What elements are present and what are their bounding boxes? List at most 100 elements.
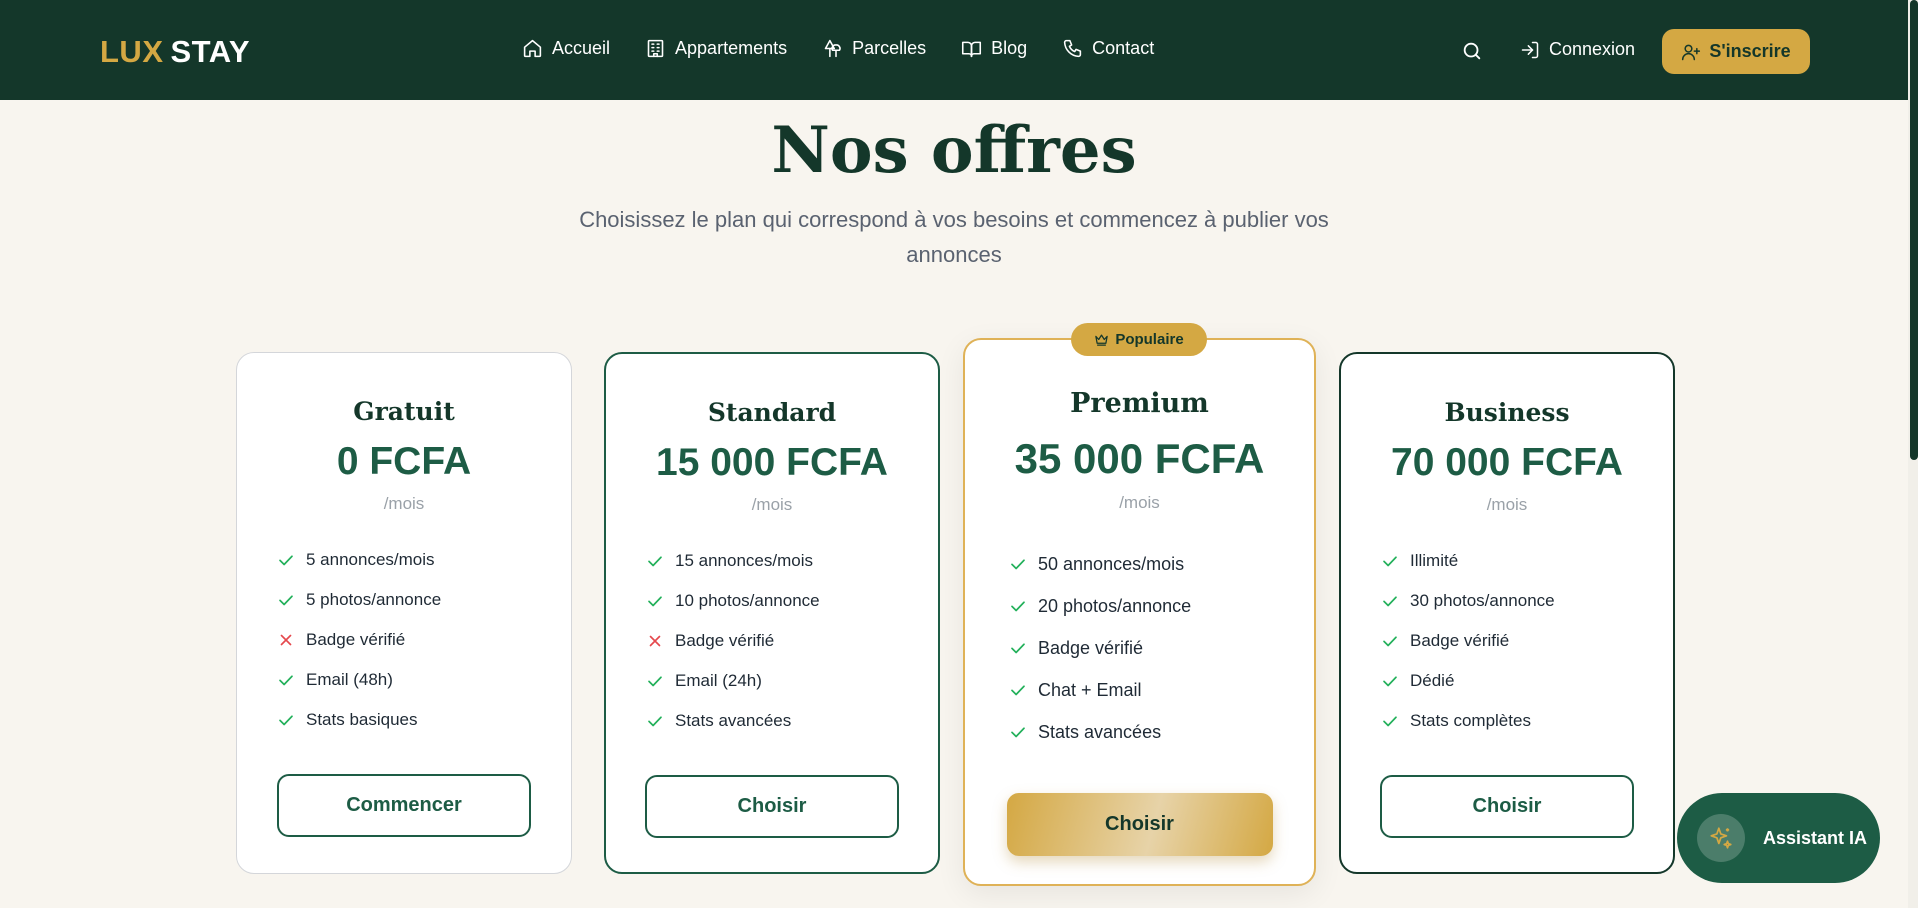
popular-badge: Populaire [1071, 323, 1207, 356]
feature-text: 5 photos/annonce [306, 590, 442, 609]
search-button[interactable] [1461, 40, 1485, 64]
check-icon [648, 556, 662, 567]
check-icon [648, 676, 662, 687]
feature-item: Badge vérifié [1381, 621, 1555, 661]
plan-period: /mois [1486, 495, 1528, 514]
scrollbar-thumb[interactable] [1910, 0, 1918, 460]
check-icon [1383, 556, 1397, 567]
check-icon [1011, 559, 1025, 570]
feature-item: 30 photos/annonce [1381, 581, 1555, 621]
feature-list: Illimité 30 photos/annonce Badge vérifié… [1381, 541, 1555, 741]
feature-item: Chat + Email [1009, 669, 1191, 711]
popular-badge-label: Populaire [1115, 331, 1184, 348]
feature-list: 50 annonces/mois 20 photos/annonce Badge… [1009, 543, 1191, 753]
feature-item: Stats avancées [1009, 711, 1191, 753]
plan-name: Business [1444, 398, 1570, 427]
feature-text: Stats complètes [1410, 711, 1531, 730]
plan-period: /mois [1119, 493, 1160, 512]
feature-text: Email (24h) [675, 671, 762, 690]
check-icon [1011, 643, 1025, 654]
book-icon [962, 41, 982, 58]
nav-item-accueil[interactable]: Accueil [522, 38, 610, 59]
feature-text: Badge vérifié [1038, 637, 1144, 658]
crown-icon [1095, 334, 1109, 346]
feature-item: Email (24h) [646, 661, 820, 701]
choisir-button-standard[interactable]: Choisir [645, 775, 899, 838]
feature-text: Badge vérifié [306, 630, 406, 649]
login-label: Connexion [1549, 39, 1636, 59]
feature-item: Badge vérifié [1009, 627, 1191, 669]
plan-name: Standard [707, 398, 837, 427]
trees-icon [824, 39, 841, 58]
check-icon [279, 715, 293, 726]
assistant-ia-button[interactable]: Assistant IA [1677, 793, 1880, 883]
plan-price: 35 000 FCFA [1014, 435, 1265, 482]
feature-item: 10 photos/annonce [646, 581, 820, 621]
commencer-button[interactable]: Commencer [277, 774, 531, 837]
check-icon [1383, 716, 1397, 727]
feature-text: 15 annonces/mois [675, 551, 813, 570]
check-icon [1383, 636, 1397, 647]
feature-text: 5 annonces/mois [306, 550, 435, 569]
feature-text: 20 photos/annonce [1038, 595, 1192, 616]
nav-item-appartements[interactable]: Appartements [645, 38, 787, 59]
feature-text: Badge vérifié [675, 631, 775, 650]
check-icon [648, 716, 662, 727]
choisir-button-business[interactable]: Choisir [1380, 775, 1634, 838]
plan-card-premium: Premium 35 000 FCFA /mois 50 annonces/mo… [963, 338, 1316, 886]
feature-item: Dédié [1381, 661, 1555, 701]
top-navbar: LUX STAY Accueil Appartements Parcelles … [0, 0, 1908, 100]
cross-icon [280, 634, 292, 646]
nav-item-contact[interactable]: Contact [1062, 38, 1154, 59]
search-icon [1463, 42, 1481, 60]
plan-card-business: Business 70 000 FCFA /mois Illimité 30 p… [1339, 352, 1675, 874]
check-icon [1383, 596, 1397, 607]
feature-text: Dédié [1410, 671, 1455, 690]
feature-item: Stats complètes [1381, 701, 1555, 741]
check-icon [648, 596, 662, 607]
user-plus-icon [1682, 44, 1701, 60]
main-nav: Accueil Appartements Parcelles Blog Cont… [522, 38, 1154, 59]
nav-item-label: Parcelles [852, 38, 927, 58]
feature-item: Email (48h) [277, 660, 441, 700]
feature-item: 50 annonces/mois [1009, 543, 1191, 585]
nav-item-label: Blog [991, 38, 1028, 58]
logo-part-lux: LUX [100, 34, 164, 69]
signup-button[interactable]: S'inscrire [1662, 29, 1810, 74]
check-icon [1011, 727, 1025, 738]
assistant-label: Assistant IA [1763, 827, 1868, 848]
plan-price: 70 000 FCFA [1391, 441, 1623, 484]
check-icon [1011, 601, 1025, 612]
feature-list: 5 annonces/mois 5 photos/annonce Badge v… [277, 540, 441, 740]
feature-item: 5 photos/annonce [277, 580, 441, 620]
login-button[interactable]: Connexion [1520, 39, 1635, 60]
feature-text: Stats basiques [306, 710, 418, 729]
plan-card-standard: Standard 15 000 FCFA /mois 15 annonces/m… [604, 352, 940, 874]
choisir-button-premium[interactable]: Choisir [1006, 793, 1273, 856]
building-icon [647, 39, 664, 58]
home-icon [523, 39, 542, 58]
plan-card-gratuit: Gratuit 0 FCFA /mois 5 annonces/mois 5 p… [236, 352, 572, 874]
feature-item: Badge vérifié [277, 620, 441, 660]
feature-item: Stats avancées [646, 701, 820, 741]
brand-logo[interactable]: LUX STAY [100, 34, 250, 70]
nav-item-label: Accueil [552, 38, 611, 58]
check-icon [279, 595, 293, 606]
nav-item-label: Appartements [675, 38, 788, 58]
feature-text: Badge vérifié [1410, 631, 1510, 650]
feature-text: Chat + Email [1038, 679, 1142, 700]
feature-item: Badge vérifié [646, 621, 820, 661]
check-icon [1011, 685, 1025, 696]
nav-item-parcelles[interactable]: Parcelles [822, 38, 926, 59]
cross-icon [649, 635, 661, 647]
feature-text: Email (48h) [306, 670, 393, 689]
signup-label: S'inscrire [1709, 41, 1791, 61]
feature-item: 15 annonces/mois [646, 541, 820, 581]
feature-text: 50 annonces/mois [1038, 553, 1185, 574]
plan-period: /mois [383, 494, 425, 513]
page-title: Nos offres [771, 113, 1137, 188]
feature-text: Stats avancées [675, 711, 792, 730]
plan-price: 15 000 FCFA [656, 441, 888, 484]
nav-item-blog[interactable]: Blog [961, 38, 1027, 59]
page-subtitle: Choisissez le plan qui correspond à vos … [579, 207, 1329, 267]
